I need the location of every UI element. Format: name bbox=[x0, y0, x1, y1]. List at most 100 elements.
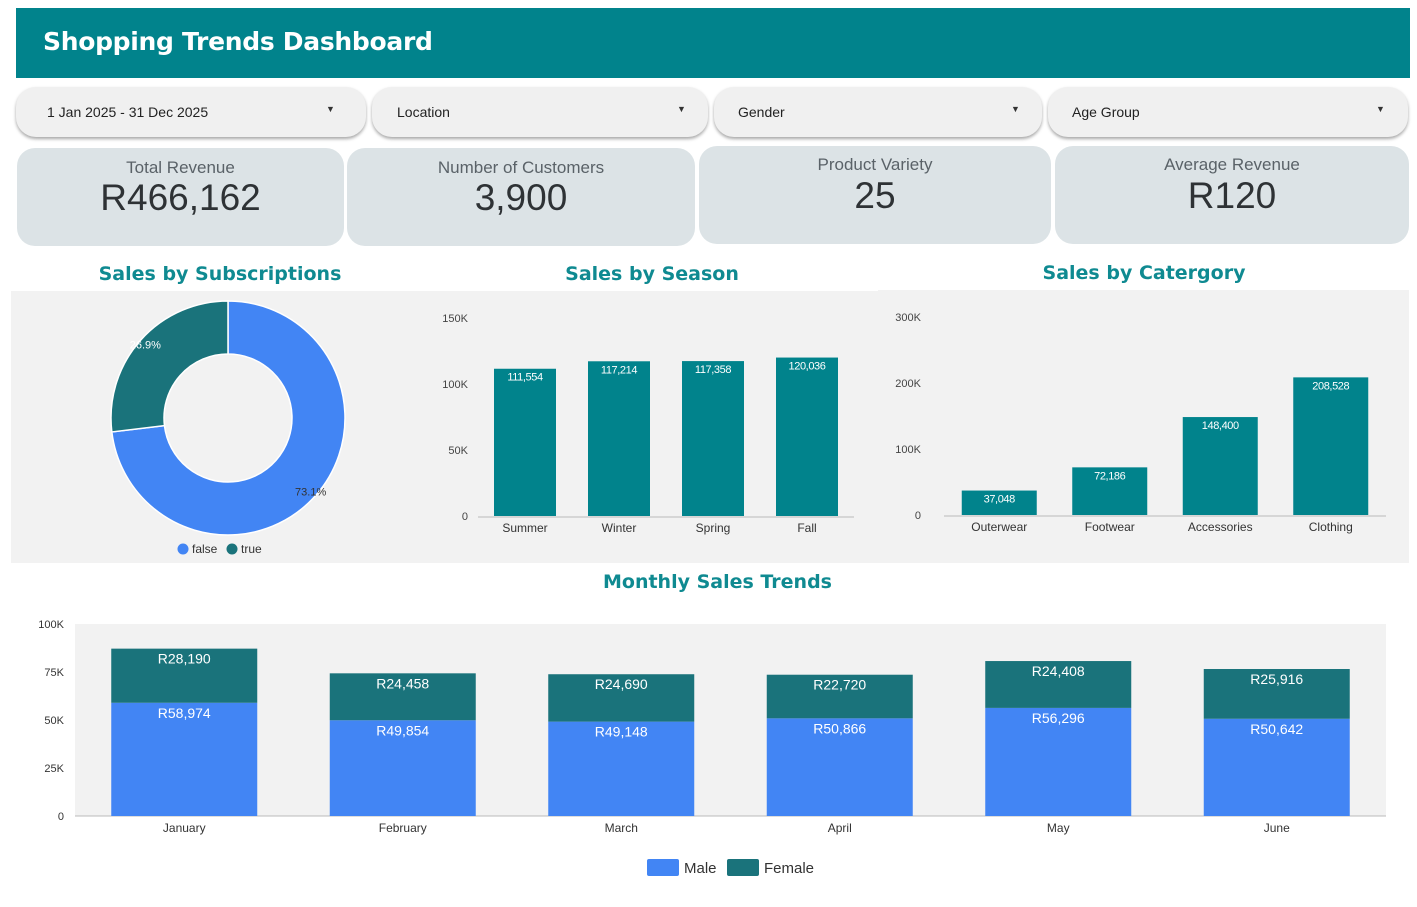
subscriptions-donut-chart: 73.1% 26.9% false true bbox=[110, 300, 346, 556]
bar-value-label: 120,036 bbox=[789, 361, 826, 373]
location-label: Location bbox=[397, 104, 450, 120]
bar-value-label: 111,554 bbox=[507, 372, 543, 384]
bar-value-label: R24,458 bbox=[376, 675, 429, 691]
y-tick-label: 300K bbox=[895, 312, 921, 324]
kpi-value: 25 bbox=[854, 175, 896, 216]
y-tick-label: 100K bbox=[442, 379, 468, 391]
y-tick-label: 50K bbox=[44, 715, 64, 727]
page-title: Shopping Trends Dashboard bbox=[43, 27, 433, 56]
bar-clothing[interactable] bbox=[1293, 377, 1369, 515]
y-tick-label: 75K bbox=[44, 667, 64, 679]
bar-value-label: R49,854 bbox=[376, 722, 429, 738]
kpi-number-of-customers: Number of Customers 3,900 bbox=[347, 148, 695, 246]
monthly-plot-background bbox=[75, 624, 1386, 816]
gender-label: Gender bbox=[738, 104, 785, 120]
y-tick-label: 0 bbox=[58, 811, 64, 823]
kpi-value: 3,900 bbox=[474, 177, 568, 218]
y-tick-label: 200K bbox=[895, 378, 921, 390]
bar-value-label: 148,400 bbox=[1202, 420, 1239, 432]
legend-label-male: Male bbox=[684, 860, 717, 877]
bar-value-label: R58,974 bbox=[158, 705, 211, 721]
kpi-total-revenue: Total Revenue R466,162 bbox=[17, 148, 344, 246]
kpi-value: R120 bbox=[1187, 175, 1277, 216]
x-tick-label: Clothing bbox=[1309, 520, 1353, 534]
legend-marker-true bbox=[226, 543, 238, 555]
bar-value-label: R22,720 bbox=[813, 677, 866, 693]
chevron-down-icon: ▼ bbox=[1376, 104, 1385, 114]
monthly-stacked-bar-chart: Male Female 0 25K 50K 75K 100K R58,974 R28,190… bbox=[38, 619, 1386, 877]
x-tick-label: Accessories bbox=[1188, 520, 1253, 534]
bar-summer[interactable] bbox=[494, 368, 556, 516]
dashboard-header: Shopping Trends Dashboard bbox=[16, 8, 1410, 78]
gender-filter[interactable]: Gender ▼ bbox=[714, 87, 1042, 137]
legend-label-true: true bbox=[241, 542, 262, 556]
donut-slice-true[interactable] bbox=[110, 300, 229, 433]
bar-value-label: R50,866 bbox=[813, 720, 866, 736]
kpi-title: Average Revenue bbox=[1164, 155, 1300, 174]
kpi-average-revenue: Average Revenue R120 bbox=[1055, 146, 1409, 244]
chevron-down-icon: ▼ bbox=[326, 104, 335, 114]
x-tick-label: Summer bbox=[502, 521, 547, 535]
age-group-label: Age Group bbox=[1072, 104, 1140, 120]
season-bar-chart: 0 50K 100K 150K 111,554 Summer 117,214 Winter 11… bbox=[442, 313, 854, 535]
x-tick-label: April bbox=[828, 821, 852, 835]
x-tick-label: Spring bbox=[696, 521, 731, 535]
bar-value-label: R49,148 bbox=[595, 724, 648, 740]
kpi-title: Product Variety bbox=[817, 155, 933, 174]
x-tick-label: January bbox=[163, 821, 206, 835]
donut-slice-label: 73.1% bbox=[295, 486, 326, 498]
bar-value-label: R56,296 bbox=[1032, 710, 1085, 726]
x-tick-label: May bbox=[1047, 821, 1070, 835]
legend-marker-male bbox=[647, 859, 679, 876]
kpi-title: Total Revenue bbox=[126, 158, 235, 177]
bar-value-label: 117,214 bbox=[601, 364, 637, 376]
x-tick-label: Winter bbox=[602, 521, 637, 535]
date-range-filter[interactable]: 1 Jan 2025 - 31 Dec 2025 ▼ bbox=[16, 87, 366, 137]
y-tick-label: 0 bbox=[915, 510, 921, 522]
bar-value-label: 208,528 bbox=[1312, 380, 1349, 392]
kpi-title: Number of Customers bbox=[437, 158, 605, 177]
bar-value-label: R28,190 bbox=[158, 651, 211, 667]
bar-value-label: R24,408 bbox=[1032, 663, 1085, 679]
kpi-value: R466,162 bbox=[100, 177, 261, 218]
x-tick-label: June bbox=[1264, 821, 1290, 835]
chevron-down-icon: ▼ bbox=[1011, 104, 1020, 114]
legend-marker-false bbox=[177, 543, 189, 555]
bar-value-label: 37,048 bbox=[984, 494, 1016, 506]
bar-fall[interactable] bbox=[776, 357, 838, 516]
monthly-chart-title: Monthly Sales Trends bbox=[602, 571, 832, 593]
bar-value-label: R50,642 bbox=[1250, 721, 1303, 737]
bar-value-label: R24,690 bbox=[595, 676, 648, 692]
legend-marker-female bbox=[727, 859, 759, 876]
subscriptions-chart-title: Sales by Subscriptions bbox=[98, 263, 342, 285]
bar-value-label: 72,186 bbox=[1094, 470, 1126, 482]
chevron-down-icon: ▼ bbox=[677, 104, 686, 114]
age-group-filter[interactable]: Age Group ▼ bbox=[1048, 87, 1408, 137]
donut-legend: false true bbox=[177, 542, 262, 556]
x-tick-label: March bbox=[605, 821, 638, 835]
bar-value-label: R25,916 bbox=[1250, 671, 1303, 687]
location-filter[interactable]: Location ▼ bbox=[372, 87, 708, 137]
x-tick-label: February bbox=[379, 821, 427, 835]
bar-value-label: 117,358 bbox=[695, 364, 731, 376]
donut-slice-label: 26.9% bbox=[130, 340, 161, 352]
category-chart-title: Sales by Catergory bbox=[1042, 262, 1246, 284]
legend-label-female: Female bbox=[764, 860, 814, 877]
date-range-label: 1 Jan 2025 - 31 Dec 2025 bbox=[47, 104, 209, 120]
x-tick-label: Fall bbox=[797, 521, 816, 535]
y-tick-label: 150K bbox=[442, 313, 468, 325]
bar-winter[interactable] bbox=[588, 361, 650, 516]
legend-label-false: false bbox=[192, 542, 218, 556]
x-tick-label: Footwear bbox=[1085, 520, 1135, 534]
y-tick-label: 25K bbox=[44, 763, 64, 775]
monthly-legend: Male Female bbox=[647, 859, 814, 877]
x-tick-label: Outerwear bbox=[971, 520, 1027, 534]
category-bar-chart: 0 100K 200K 300K 37,048 Outerwear 72,186 Footwe… bbox=[895, 312, 1386, 534]
kpi-product-variety: Product Variety 25 bbox=[699, 146, 1051, 244]
y-tick-label: 100K bbox=[895, 444, 921, 456]
bar-spring[interactable] bbox=[682, 361, 744, 516]
y-tick-label: 100K bbox=[38, 619, 64, 631]
y-tick-label: 0 bbox=[462, 511, 468, 523]
season-chart-title: Sales by Season bbox=[565, 263, 739, 285]
y-tick-label: 50K bbox=[448, 445, 468, 457]
